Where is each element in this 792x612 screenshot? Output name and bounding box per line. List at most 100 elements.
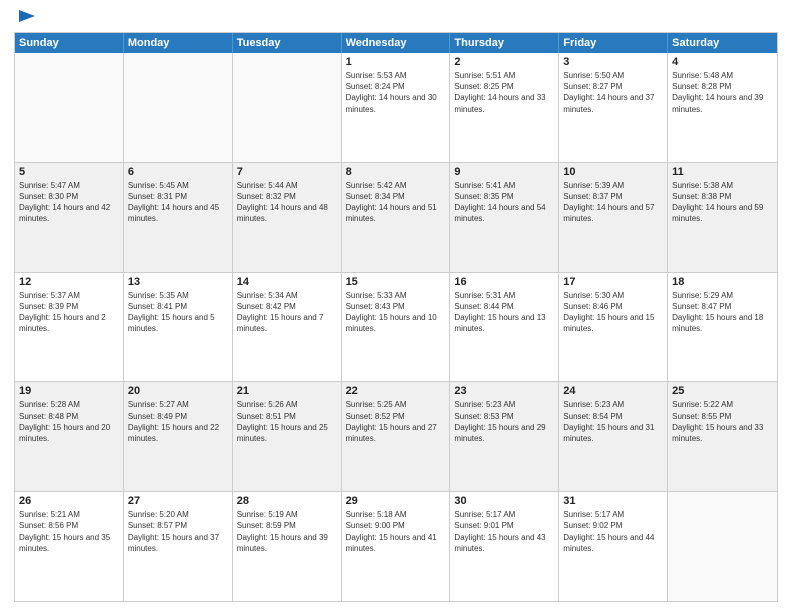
- calendar-row-2: 12 Sunrise: 5:37 AM Sunset: 8:39 PM Dayli…: [15, 273, 777, 383]
- cell-daylight-info: Sunrise: 5:21 AM Sunset: 8:56 PM Dayligh…: [19, 509, 119, 554]
- cell-daylight-info: Sunrise: 5:30 AM Sunset: 8:46 PM Dayligh…: [563, 290, 663, 335]
- logo: [14, 10, 37, 24]
- calendar-cell: 16 Sunrise: 5:31 AM Sunset: 8:44 PM Dayli…: [450, 273, 559, 382]
- calendar-cell: 17 Sunrise: 5:30 AM Sunset: 8:46 PM Dayli…: [559, 273, 668, 382]
- calendar-cell: 26 Sunrise: 5:21 AM Sunset: 8:56 PM Dayli…: [15, 492, 124, 601]
- cell-daylight-info: Sunrise: 5:47 AM Sunset: 8:30 PM Dayligh…: [19, 180, 119, 225]
- cell-daylight-info: Sunrise: 5:25 AM Sunset: 8:52 PM Dayligh…: [346, 399, 446, 444]
- day-number: 24: [563, 385, 663, 397]
- header: [14, 10, 778, 24]
- calendar-cell: [15, 53, 124, 162]
- cell-daylight-info: Sunrise: 5:33 AM Sunset: 8:43 PM Dayligh…: [346, 290, 446, 335]
- cell-daylight-info: Sunrise: 5:22 AM Sunset: 8:55 PM Dayligh…: [672, 399, 773, 444]
- day-number: 23: [454, 385, 554, 397]
- header-day-friday: Friday: [559, 33, 668, 53]
- calendar-cell: 8 Sunrise: 5:42 AM Sunset: 8:34 PM Daylig…: [342, 163, 451, 272]
- cell-daylight-info: Sunrise: 5:45 AM Sunset: 8:31 PM Dayligh…: [128, 180, 228, 225]
- day-number: 20: [128, 385, 228, 397]
- header-day-thursday: Thursday: [450, 33, 559, 53]
- cell-daylight-info: Sunrise: 5:19 AM Sunset: 8:59 PM Dayligh…: [237, 509, 337, 554]
- cell-daylight-info: Sunrise: 5:18 AM Sunset: 9:00 PM Dayligh…: [346, 509, 446, 554]
- day-number: 31: [563, 495, 663, 507]
- calendar-cell: 21Sunrise: 5:26 AM Sunset: 8:51 PM Dayli…: [233, 382, 342, 491]
- cell-daylight-info: Sunrise: 5:17 AM Sunset: 9:01 PM Dayligh…: [454, 509, 554, 554]
- day-number: 17: [563, 276, 663, 288]
- header-day-tuesday: Tuesday: [233, 33, 342, 53]
- calendar-cell: 20 Sunrise: 5:27 AM Sunset: 8:49 PM Dayli…: [124, 382, 233, 491]
- day-number: 14: [237, 276, 337, 288]
- calendar-cell: [124, 53, 233, 162]
- cell-daylight-info: Sunrise: 5:51 AM Sunset: 8:25 PM Dayligh…: [454, 70, 554, 115]
- cell-daylight-info: Sunrise: 5:26 AM Sunset: 8:51 PM Dayligh…: [237, 399, 337, 444]
- calendar-cell: 3Sunrise: 5:50 AM Sunset: 8:27 PM Daylig…: [559, 53, 668, 162]
- day-number: 13: [128, 276, 228, 288]
- calendar-cell: 18 Sunrise: 5:29 AM Sunset: 8:47 PM Dayli…: [668, 273, 777, 382]
- calendar-cell: 19 Sunrise: 5:28 AM Sunset: 8:48 PM Dayli…: [15, 382, 124, 491]
- page: SundayMondayTuesdayWednesdayThursdayFrid…: [0, 0, 792, 612]
- calendar-cell: 15Sunrise: 5:33 AM Sunset: 8:43 PM Dayli…: [342, 273, 451, 382]
- day-number: 9: [454, 166, 554, 178]
- calendar-cell: 5 Sunrise: 5:47 AM Sunset: 8:30 PM Daylig…: [15, 163, 124, 272]
- calendar-cell: 23 Sunrise: 5:23 AM Sunset: 8:53 PM Dayli…: [450, 382, 559, 491]
- calendar-cell: 28 Sunrise: 5:19 AM Sunset: 8:59 PM Dayli…: [233, 492, 342, 601]
- calendar-cell: 2 Sunrise: 5:51 AM Sunset: 8:25 PM Daylig…: [450, 53, 559, 162]
- calendar-row-0: 1 Sunrise: 5:53 AM Sunset: 8:24 PM Daylig…: [15, 53, 777, 163]
- cell-daylight-info: Sunrise: 5:53 AM Sunset: 8:24 PM Dayligh…: [346, 70, 446, 115]
- cell-daylight-info: Sunrise: 5:20 AM Sunset: 8:57 PM Dayligh…: [128, 509, 228, 554]
- header-day-sunday: Sunday: [15, 33, 124, 53]
- cell-daylight-info: Sunrise: 5:35 AM Sunset: 8:41 PM Dayligh…: [128, 290, 228, 335]
- day-number: 28: [237, 495, 337, 507]
- calendar-body: 1 Sunrise: 5:53 AM Sunset: 8:24 PM Daylig…: [15, 53, 777, 601]
- cell-daylight-info: Sunrise: 5:48 AM Sunset: 8:28 PM Dayligh…: [672, 70, 773, 115]
- calendar-cell: 25 Sunrise: 5:22 AM Sunset: 8:55 PM Dayli…: [668, 382, 777, 491]
- cell-daylight-info: Sunrise: 5:37 AM Sunset: 8:39 PM Dayligh…: [19, 290, 119, 335]
- cell-daylight-info: Sunrise: 5:34 AM Sunset: 8:42 PM Dayligh…: [237, 290, 337, 335]
- calendar-cell: 7Sunrise: 5:44 AM Sunset: 8:32 PM Daylig…: [233, 163, 342, 272]
- cell-daylight-info: Sunrise: 5:23 AM Sunset: 8:54 PM Dayligh…: [563, 399, 663, 444]
- logo-flag-icon: [15, 8, 37, 28]
- day-number: 10: [563, 166, 663, 178]
- calendar-cell: 22Sunrise: 5:25 AM Sunset: 8:52 PM Dayli…: [342, 382, 451, 491]
- day-number: 16: [454, 276, 554, 288]
- calendar-cell: 24 Sunrise: 5:23 AM Sunset: 8:54 PM Dayli…: [559, 382, 668, 491]
- header-day-monday: Monday: [124, 33, 233, 53]
- calendar-cell: [668, 492, 777, 601]
- calendar-cell: 9 Sunrise: 5:41 AM Sunset: 8:35 PM Daylig…: [450, 163, 559, 272]
- day-number: 30: [454, 495, 554, 507]
- calendar-cell: 10Sunrise: 5:39 AM Sunset: 8:37 PM Dayli…: [559, 163, 668, 272]
- day-number: 8: [346, 166, 446, 178]
- cell-daylight-info: Sunrise: 5:42 AM Sunset: 8:34 PM Dayligh…: [346, 180, 446, 225]
- calendar-cell: 1 Sunrise: 5:53 AM Sunset: 8:24 PM Daylig…: [342, 53, 451, 162]
- day-number: 5: [19, 166, 119, 178]
- calendar: SundayMondayTuesdayWednesdayThursdayFrid…: [14, 32, 778, 602]
- calendar-cell: 13 Sunrise: 5:35 AM Sunset: 8:41 PM Dayli…: [124, 273, 233, 382]
- calendar-cell: 27 Sunrise: 5:20 AM Sunset: 8:57 PM Dayli…: [124, 492, 233, 601]
- header-day-saturday: Saturday: [668, 33, 777, 53]
- calendar-cell: [233, 53, 342, 162]
- cell-daylight-info: Sunrise: 5:28 AM Sunset: 8:48 PM Dayligh…: [19, 399, 119, 444]
- day-number: 1: [346, 56, 446, 68]
- day-number: 19: [19, 385, 119, 397]
- day-number: 2: [454, 56, 554, 68]
- day-number: 29: [346, 495, 446, 507]
- calendar-row-3: 19 Sunrise: 5:28 AM Sunset: 8:48 PM Dayli…: [15, 382, 777, 492]
- day-number: 18: [672, 276, 773, 288]
- calendar-row-4: 26 Sunrise: 5:21 AM Sunset: 8:56 PM Dayli…: [15, 492, 777, 601]
- cell-daylight-info: Sunrise: 5:31 AM Sunset: 8:44 PM Dayligh…: [454, 290, 554, 335]
- cell-daylight-info: Sunrise: 5:44 AM Sunset: 8:32 PM Dayligh…: [237, 180, 337, 225]
- day-number: 4: [672, 56, 773, 68]
- cell-daylight-info: Sunrise: 5:41 AM Sunset: 8:35 PM Dayligh…: [454, 180, 554, 225]
- calendar-cell: 4 Sunrise: 5:48 AM Sunset: 8:28 PM Daylig…: [668, 53, 777, 162]
- day-number: 12: [19, 276, 119, 288]
- cell-daylight-info: Sunrise: 5:27 AM Sunset: 8:49 PM Dayligh…: [128, 399, 228, 444]
- day-number: 27: [128, 495, 228, 507]
- calendar-row-1: 5 Sunrise: 5:47 AM Sunset: 8:30 PM Daylig…: [15, 163, 777, 273]
- cell-daylight-info: Sunrise: 5:38 AM Sunset: 8:38 PM Dayligh…: [672, 180, 773, 225]
- cell-daylight-info: Sunrise: 5:17 AM Sunset: 9:02 PM Dayligh…: [563, 509, 663, 554]
- day-number: 26: [19, 495, 119, 507]
- calendar-cell: 12 Sunrise: 5:37 AM Sunset: 8:39 PM Dayli…: [15, 273, 124, 382]
- cell-daylight-info: Sunrise: 5:23 AM Sunset: 8:53 PM Dayligh…: [454, 399, 554, 444]
- day-number: 25: [672, 385, 773, 397]
- cell-daylight-info: Sunrise: 5:29 AM Sunset: 8:47 PM Dayligh…: [672, 290, 773, 335]
- calendar-cell: 29 Sunrise: 5:18 AM Sunset: 9:00 PM Dayli…: [342, 492, 451, 601]
